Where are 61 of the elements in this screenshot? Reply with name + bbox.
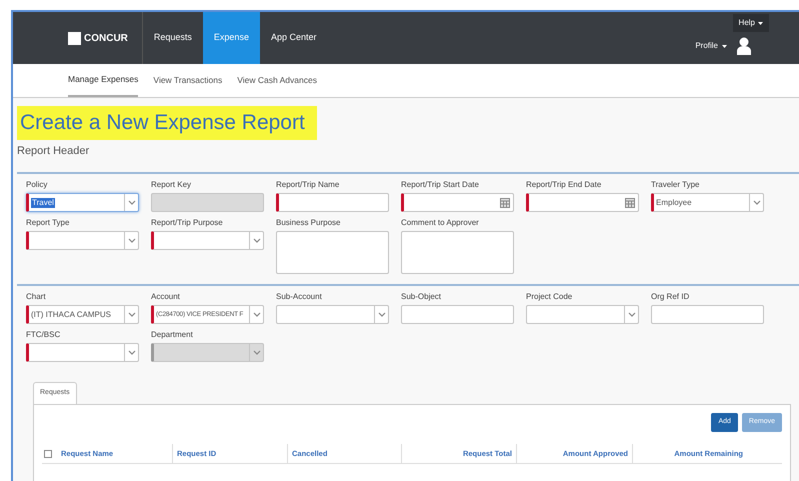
nav-tab[interactable]: App Center: [260, 12, 328, 64]
dropdown-field[interactable]: (IT) ITHACA CAMPUS: [26, 305, 139, 324]
dropdown-field[interactable]: [526, 305, 639, 324]
field-label: Business Purpose: [276, 218, 342, 228]
dropdown-field[interactable]: [26, 231, 139, 250]
caret-icon: [758, 22, 763, 24]
field-label: Account: [151, 292, 181, 302]
field-label: Report Type: [26, 218, 70, 228]
field-value: (IT) ITHACA CAMPUS: [31, 310, 112, 320]
chevron-down-icon: [752, 200, 760, 206]
subnav-link[interactable]: View Transactions: [153, 64, 222, 97]
field-label: Org Ref ID: [651, 292, 690, 302]
chevron-down-icon: [128, 200, 136, 206]
chevron-down-icon: [128, 350, 136, 356]
subnav-link[interactable]: Manage Expenses: [68, 64, 138, 97]
chevron-down-icon: [252, 238, 260, 244]
caret-icon: [722, 44, 727, 48]
dropdown-field[interactable]: [151, 231, 264, 250]
date-field[interactable]: [401, 193, 514, 212]
user-icon[interactable]: [737, 37, 751, 55]
section-title: Report Header: [17, 144, 90, 158]
field-label: Comment to Approver: [401, 218, 480, 228]
profile-menu[interactable]: Profile: [695, 40, 727, 52]
chevron-down-icon: [252, 312, 260, 318]
dropdown-field[interactable]: [276, 305, 389, 324]
field-label: Report Key: [151, 180, 192, 190]
dropdown-field[interactable]: [26, 343, 139, 362]
chevron-down-icon: [128, 312, 136, 318]
field-label: Report/Trip Name: [276, 180, 340, 190]
calendar-icon: [500, 198, 510, 208]
input-field[interactable]: [401, 305, 514, 324]
subnav-link[interactable]: View Cash Advances: [237, 64, 317, 97]
input-field[interactable]: [276, 193, 389, 212]
field-label: Report/Trip End Date: [526, 180, 602, 190]
checkbox[interactable]: [44, 450, 52, 458]
logo[interactable]: CONCUR: [68, 30, 128, 46]
field-value: Travel: [31, 198, 55, 208]
field-label: Policy: [26, 180, 48, 190]
logo-icon: [68, 32, 81, 44]
field-label: FTC/BSC: [26, 330, 62, 340]
field-value: Employee: [656, 198, 692, 208]
field-label: Sub-Account: [276, 292, 323, 302]
date-field[interactable]: [526, 193, 639, 212]
dropdown-field[interactable]: Travel: [26, 193, 139, 212]
nav-tab[interactable]: Requests: [142, 12, 203, 64]
chevron-down-icon: [252, 350, 260, 356]
field-label: Department: [151, 330, 194, 340]
help-menu[interactable]: Help: [732, 14, 769, 32]
page-title: Create a New Expense Report: [17, 106, 317, 140]
input-field[interactable]: [651, 305, 764, 324]
calendar-icon: [625, 198, 635, 208]
field-label: Report/Trip Start Date: [401, 180, 480, 190]
chevron-down-icon: [128, 238, 136, 244]
field-label: Report/Trip Purpose: [151, 218, 224, 228]
dropdown-field[interactable]: Employee: [651, 193, 764, 212]
chevron-down-icon: [378, 312, 386, 318]
field-label: Project Code: [526, 292, 574, 302]
field-label: Sub-Object: [401, 292, 442, 302]
chevron-down-icon: [628, 312, 636, 318]
field-label: Chart: [26, 292, 47, 302]
field-label: Traveler Type: [651, 180, 700, 190]
